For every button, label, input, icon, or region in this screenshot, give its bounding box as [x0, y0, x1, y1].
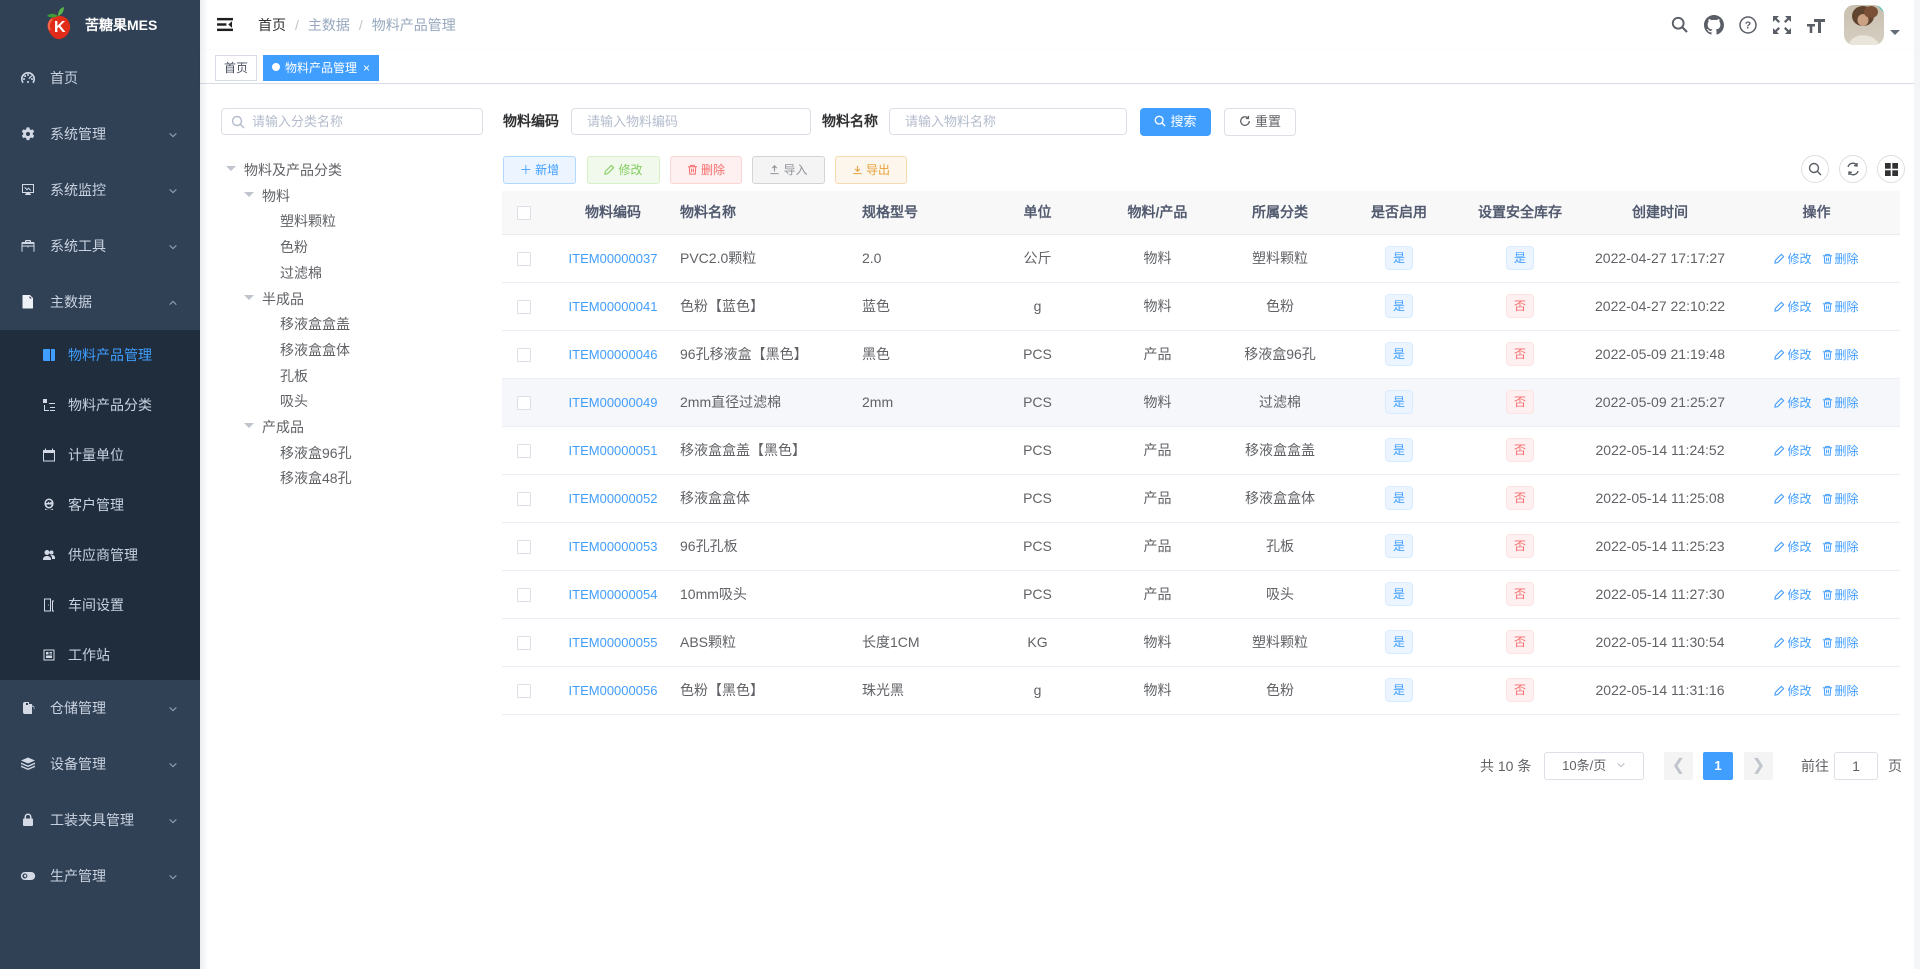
svg-text:?: ?	[1745, 20, 1751, 32]
svg-text:K: K	[54, 19, 66, 36]
